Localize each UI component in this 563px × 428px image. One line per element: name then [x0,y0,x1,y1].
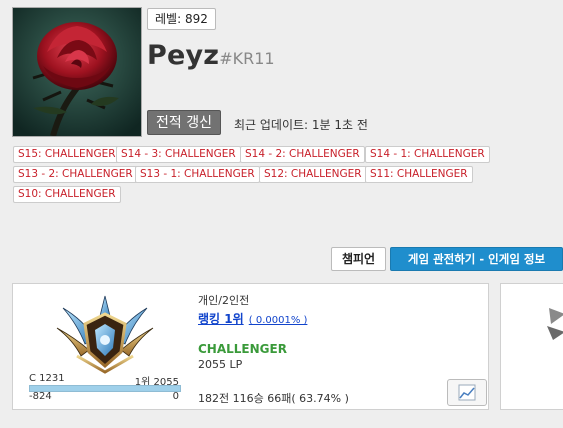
lp-lower-rank: C 1231 [29,373,65,384]
spectate-button[interactable]: 게임 관전하기 - 인게임 정보 [390,247,563,271]
past-tier-badge: S15: CHALLENGER [13,146,121,163]
champion-button[interactable]: 챔피언 [331,247,386,271]
lp-graph-button[interactable] [447,379,487,406]
refresh-button[interactable]: 전적 갱신 [147,110,221,135]
past-tier-badge: S14 - 1: CHALLENGER [365,146,490,163]
win-loss-record: 182전 116승 66패( 63.74% ) [198,392,349,405]
line-chart-icon [458,384,476,401]
past-tier-badge: S10: CHALLENGER [13,186,121,203]
lp-upper-diff: 0 [172,391,179,402]
past-tier-badge: S13 - 2: CHALLENGER [13,166,138,183]
challenger-emblem-icon [56,295,154,374]
past-tier-badge: S13 - 1: CHALLENGER [135,166,260,183]
past-tier-badge: S12: CHALLENGER [259,166,367,183]
queue-type: 개인/2인전 [198,294,250,307]
solo-rank-card: C 1231 1위 2055 -824 0 개인/2인전 랭킹 1위 ( 0.0… [12,283,489,410]
rose-icon [13,8,141,136]
level-badge: 레벨: 892 [147,8,216,30]
summoner-name-row: Peyz#KR11 [147,40,275,71]
rank-emblem-icon [547,308,563,340]
lp-lower-diff: -824 [29,391,52,402]
ranking-label[interactable]: 랭킹 1위 [198,312,244,326]
past-tier-badge: S14 - 2: CHALLENGER [240,146,365,163]
ranking-percent[interactable]: ( 0.0001% ) [249,315,308,326]
profile-icon [12,7,142,137]
past-tier-badge: S11: CHALLENGER [365,166,473,183]
past-tier-badge: S14 - 3: CHALLENGER [116,146,241,163]
summoner-tag: #KR11 [219,49,275,68]
last-update-text: 최근 업데이트: 1분 1초 전 [234,118,368,132]
flex-rank-card [500,283,563,410]
tier-name: CHALLENGER [198,342,287,356]
ranking-link[interactable]: 랭킹 1위 ( 0.0001% ) [198,308,307,327]
summoner-name: Peyz [147,40,220,71]
league-points: 2055 LP [198,358,243,371]
